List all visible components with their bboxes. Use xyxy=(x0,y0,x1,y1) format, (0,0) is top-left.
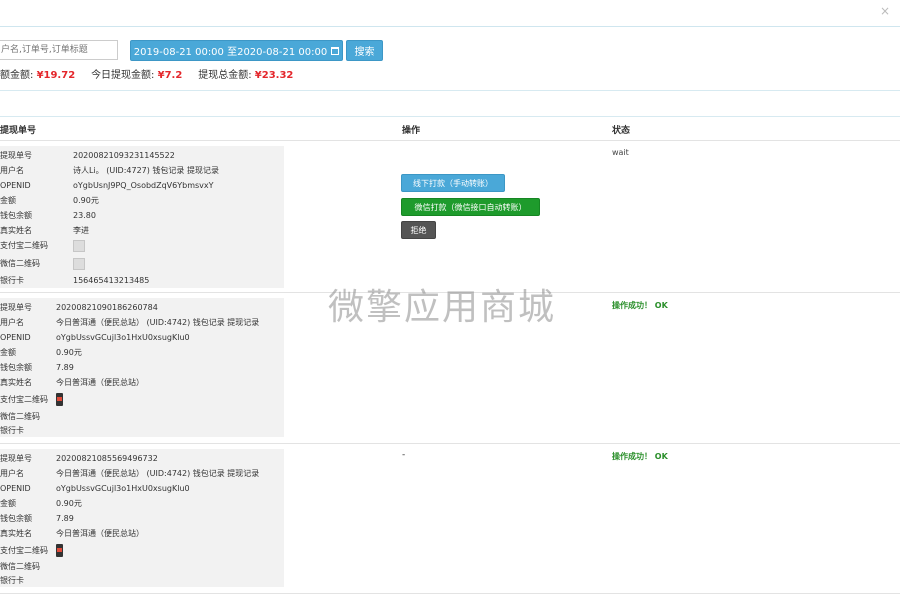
detail-order-no: 提现单号 20200821090186260784 xyxy=(0,303,158,312)
detail-amount: 金额 0.90元 xyxy=(0,499,82,508)
wechat-payment-button[interactable]: 微信打款（微信接口自动转账） xyxy=(401,198,540,216)
row-separator xyxy=(0,140,900,141)
detail-real-name: 真实姓名 李进 xyxy=(0,226,89,235)
detail-wechat-qr: 微信二维码 xyxy=(0,256,284,271)
row-separator xyxy=(0,593,900,594)
detail-wallet-balance: 钱包余额 23.80 xyxy=(0,211,96,220)
detail-username: 用户名 今日普洱通（便民总站） (UID:4742) 钱包记录 提现记录 xyxy=(0,469,260,478)
header-action: 操作 xyxy=(402,126,421,136)
detail-wallet-balance: 钱包余额 7.89 xyxy=(0,363,74,372)
watermark: 微擎应用商城 xyxy=(328,287,557,328)
status-text: 操作成功！ OK xyxy=(612,301,668,310)
reject-button[interactable]: 拒绝 xyxy=(401,221,436,239)
header-order-no: 提现单号 xyxy=(0,126,37,136)
detail-alipay-qr: 支付宝二维码 xyxy=(0,392,284,407)
detail-alipay-qr: 支付宝二维码 xyxy=(0,543,284,558)
date-range-picker[interactable]: 2019-08-21 00:00 至2020-08-21 00:00 xyxy=(130,40,343,61)
detail-username: 用户名 今日普洱通（便民总站） (UID:4742) 钱包记录 提现记录 xyxy=(0,318,260,327)
detail-bank-card: 银行卡 156465413213485 xyxy=(0,276,150,285)
date-range-label: 2019-08-21 00:00 至2020-08-21 00:00 xyxy=(133,47,328,58)
top-bar: × xyxy=(0,0,900,27)
detail-openid: OPENID oYgbUssvGCujl3o1HxU0xsugKlu0 xyxy=(0,333,190,342)
today-withdraw-label: 今日提现金额: xyxy=(91,70,155,81)
header-status: 状态 xyxy=(612,126,631,136)
qr-thumbnail-icon[interactable] xyxy=(56,544,63,557)
detail-username: 用户名 诗人Li。 (UID:4727) 钱包记录 提现记录 xyxy=(0,166,219,175)
detail-alipay-qr: 支付宝二维码 xyxy=(0,238,284,253)
detail-amount: 金额 0.90元 xyxy=(0,348,82,357)
offline-payment-button[interactable]: 线下打款（手动转账） xyxy=(401,174,505,192)
detail-wallet-balance: 钱包余额 7.89 xyxy=(0,514,74,523)
balance-label: 额金额: xyxy=(0,70,34,81)
detail-wechat-qr: 微信二维码 xyxy=(0,562,40,571)
detail-bank-card: 银行卡 xyxy=(0,576,24,585)
detail-order-no: 提现单号 20200821093231145522 xyxy=(0,151,175,160)
detail-order-no: 提现单号 20200821085569496732 xyxy=(0,454,158,463)
action-placeholder: - xyxy=(402,450,406,460)
detail-amount: 金额 0.90元 xyxy=(0,196,99,205)
detail-bank-card: 银行卡 xyxy=(0,426,24,435)
divider xyxy=(0,116,900,117)
search-button[interactable]: 搜索 xyxy=(346,40,383,61)
balance-value: ¥19.72 xyxy=(36,70,76,81)
detail-openid: OPENID oYgbUssvGCujl3o1HxU0xsugKlu0 xyxy=(0,484,190,493)
image-placeholder-icon[interactable] xyxy=(73,239,85,252)
row-separator xyxy=(0,443,900,444)
close-icon[interactable]: × xyxy=(880,5,890,17)
summary-bar: 额金额: ¥19.72 今日提现金额: ¥7.2 提现总金额: ¥23.32 xyxy=(0,66,293,81)
total-withdraw-label: 提现总金额: xyxy=(198,70,252,81)
status-text: wait xyxy=(612,148,629,157)
detail-openid: OPENID oYgbUsnJ9PQ_OsobdZqV6YbmsvxY xyxy=(0,181,214,190)
divider xyxy=(0,90,900,91)
search-input[interactable] xyxy=(0,40,118,60)
total-withdraw-value: ¥23.32 xyxy=(254,70,294,81)
today-withdraw-value: ¥7.2 xyxy=(157,70,183,81)
image-placeholder-icon[interactable] xyxy=(73,257,85,270)
detail-wechat-qr: 微信二维码 xyxy=(0,412,40,421)
status-text: 操作成功！ OK xyxy=(612,452,668,461)
detail-real-name: 真实姓名 今日普洱通（便民总站） xyxy=(0,378,144,387)
calendar-icon xyxy=(331,46,340,55)
detail-real-name: 真实姓名 今日普洱通（便民总站） xyxy=(0,529,144,538)
qr-thumbnail-icon[interactable] xyxy=(56,393,63,406)
